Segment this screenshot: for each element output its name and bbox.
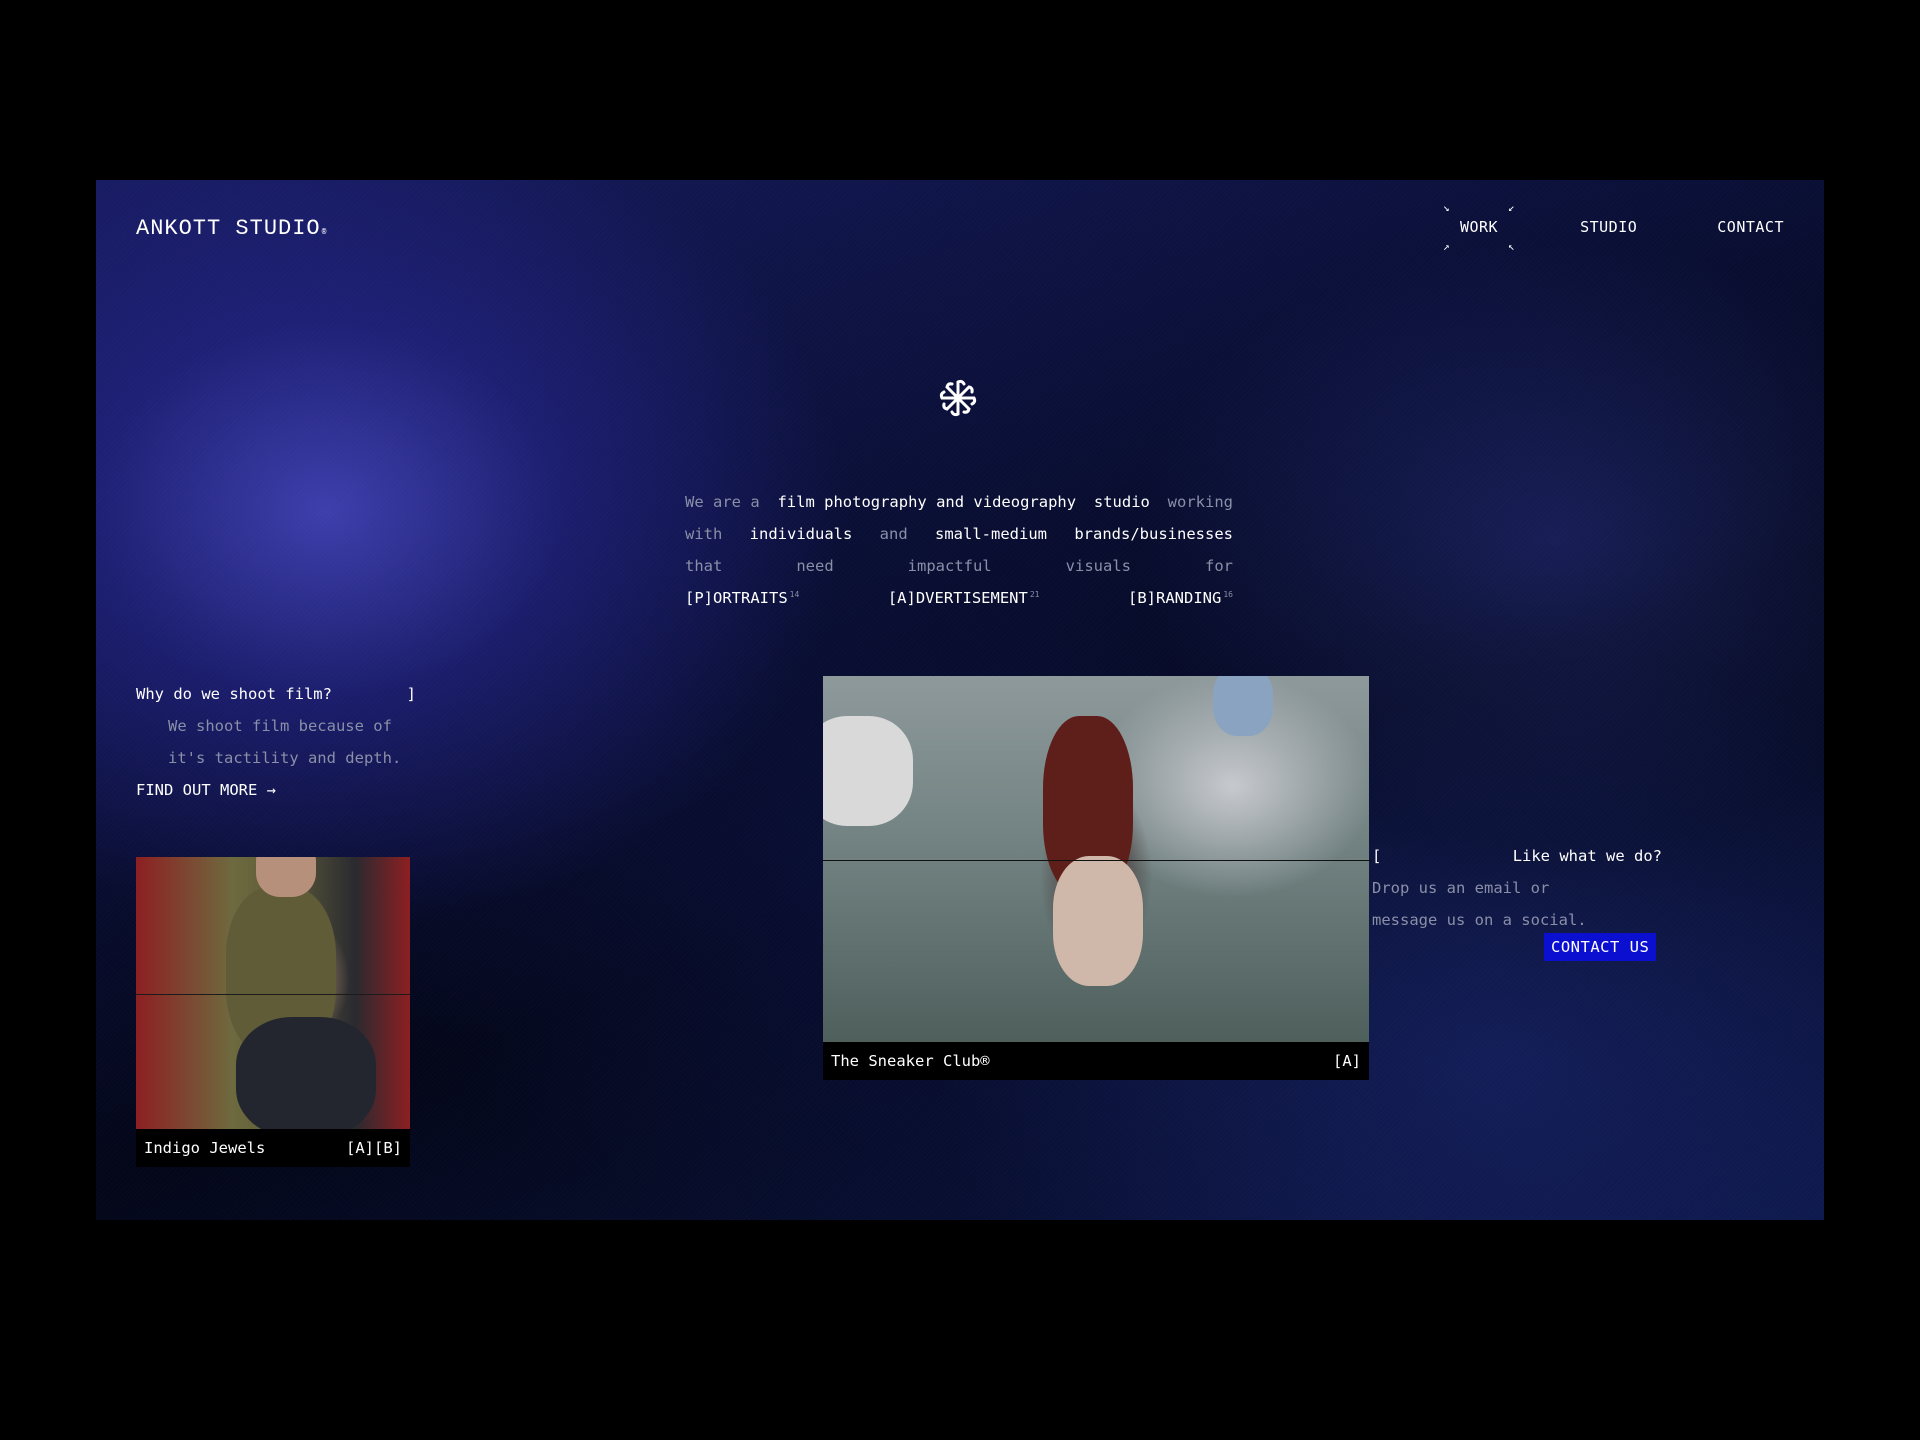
intro-word: film photography and videography	[777, 493, 1077, 511]
intro-line: We are a film photography and videograph…	[685, 486, 1233, 518]
category-portraits[interactable]: [P]ORTRAITS 14	[685, 582, 799, 614]
project-card-indigo-jewels[interactable]: Indigo Jewels [A][B]	[136, 857, 410, 1167]
contact-answer-line: Drop us an email or	[1372, 879, 1550, 897]
photo-figure	[1213, 676, 1273, 736]
corner-arrow-icon: ↖	[1507, 240, 1516, 253]
project-title: The Sneaker Club®	[831, 1052, 990, 1070]
intro-word: need	[796, 557, 834, 575]
intro-word: that	[685, 557, 723, 575]
category-count: 16	[1223, 590, 1233, 599]
category-label: [P]ORTRAITS	[685, 589, 788, 607]
corner-arrow-icon: ↘	[1442, 201, 1451, 214]
bracket-mark: ]	[406, 685, 416, 703]
photo-divider-line	[136, 994, 410, 995]
category-links: [P]ORTRAITS 14 [A]DVERTISEMENT 21 [B]RANDI…	[685, 582, 1233, 614]
nav-work[interactable]: ↘ ↙ ↗ ↖ WORK	[1443, 202, 1515, 252]
intro-word: brands/businesses	[1074, 525, 1233, 543]
contact-question: Like what we do?	[1512, 847, 1662, 865]
project-photo	[136, 857, 410, 1129]
intro-line: that need impactful visuals for	[685, 550, 1233, 582]
contact-us-button[interactable]: CONTACT US	[1544, 933, 1657, 961]
contact-answer-line: message us on a social.	[1372, 911, 1587, 929]
find-out-more-link[interactable]: FIND OUT MORE →	[136, 774, 416, 806]
nav-studio[interactable]: STUDIO	[1580, 218, 1637, 236]
intro-word: individuals	[749, 525, 853, 543]
intro-word: impactful	[907, 557, 992, 575]
intro-line: with individuals and small-medium brands…	[685, 518, 1233, 550]
intro-word: with	[685, 525, 723, 543]
project-caption: The Sneaker Club® [A]	[823, 1042, 1369, 1080]
intro-word: for	[1204, 557, 1233, 575]
bracket-mark: [	[1372, 847, 1382, 865]
why-film-question: Why do we shoot film?	[136, 685, 332, 703]
project-photo	[823, 676, 1369, 1042]
why-film-answer-line: We shoot film because of	[168, 717, 392, 735]
category-label: [B]RANDING	[1128, 589, 1222, 607]
why-film-answer-line: it's tactility and depth.	[168, 749, 402, 767]
intro-word: visuals	[1065, 557, 1131, 575]
corner-arrow-icon: ↙	[1507, 201, 1516, 214]
photo-legs	[1053, 856, 1143, 986]
project-tags: [A]	[1333, 1052, 1361, 1070]
why-film-section: Why do we shoot film? ] We shoot film be…	[136, 678, 416, 806]
photo-figure	[823, 716, 913, 826]
intro-word: and	[879, 525, 908, 543]
photo-legs	[236, 1017, 376, 1129]
intro-word: small-medium	[935, 525, 1047, 543]
project-tags: [A][B]	[346, 1139, 402, 1157]
category-count: 14	[789, 590, 800, 599]
cross-divider-line	[823, 860, 1372, 861]
main-nav: ↘ ↙ ↗ ↖ WORK STUDIO CONTACT	[1443, 202, 1784, 252]
logo-text: ANKOTT STUDIO	[136, 216, 321, 241]
intro-text: We are a film photography and videograph…	[685, 486, 1233, 614]
nav-work-label: WORK	[1459, 218, 1499, 236]
project-caption: Indigo Jewels [A][B]	[136, 1129, 410, 1167]
category-advertisement[interactable]: [A]DVERTISEMENT 21	[888, 582, 1040, 614]
asterisk-pinwheel-icon	[939, 379, 977, 417]
project-title: Indigo Jewels	[144, 1139, 266, 1157]
logo-registered-mark: ®	[321, 228, 328, 237]
category-branding[interactable]: [B]RANDING 16	[1128, 582, 1233, 614]
contact-section: [ Like what we do? Drop us an email or m…	[1372, 840, 1662, 936]
studio-logo[interactable]: ANKOTT STUDIO®	[136, 216, 327, 241]
page-frame: ANKOTT STUDIO® ↘ ↙ ↗ ↖ WORK STUDIO CONTA…	[96, 180, 1824, 1220]
category-count: 21	[1029, 590, 1040, 599]
photo-face	[256, 857, 316, 897]
corner-arrow-icon: ↗	[1442, 240, 1451, 253]
intro-word: working	[1167, 493, 1233, 511]
nav-contact[interactable]: CONTACT	[1717, 218, 1784, 236]
intro-word: studio	[1093, 493, 1150, 511]
category-label: [A]DVERTISEMENT	[887, 589, 1028, 607]
intro-word: We are a	[685, 493, 760, 511]
why-film-heading: Why do we shoot film? ]	[136, 678, 416, 710]
contact-heading: [ Like what we do?	[1372, 840, 1662, 872]
project-card-sneaker-club[interactable]: The Sneaker Club® [A]	[823, 676, 1369, 1080]
